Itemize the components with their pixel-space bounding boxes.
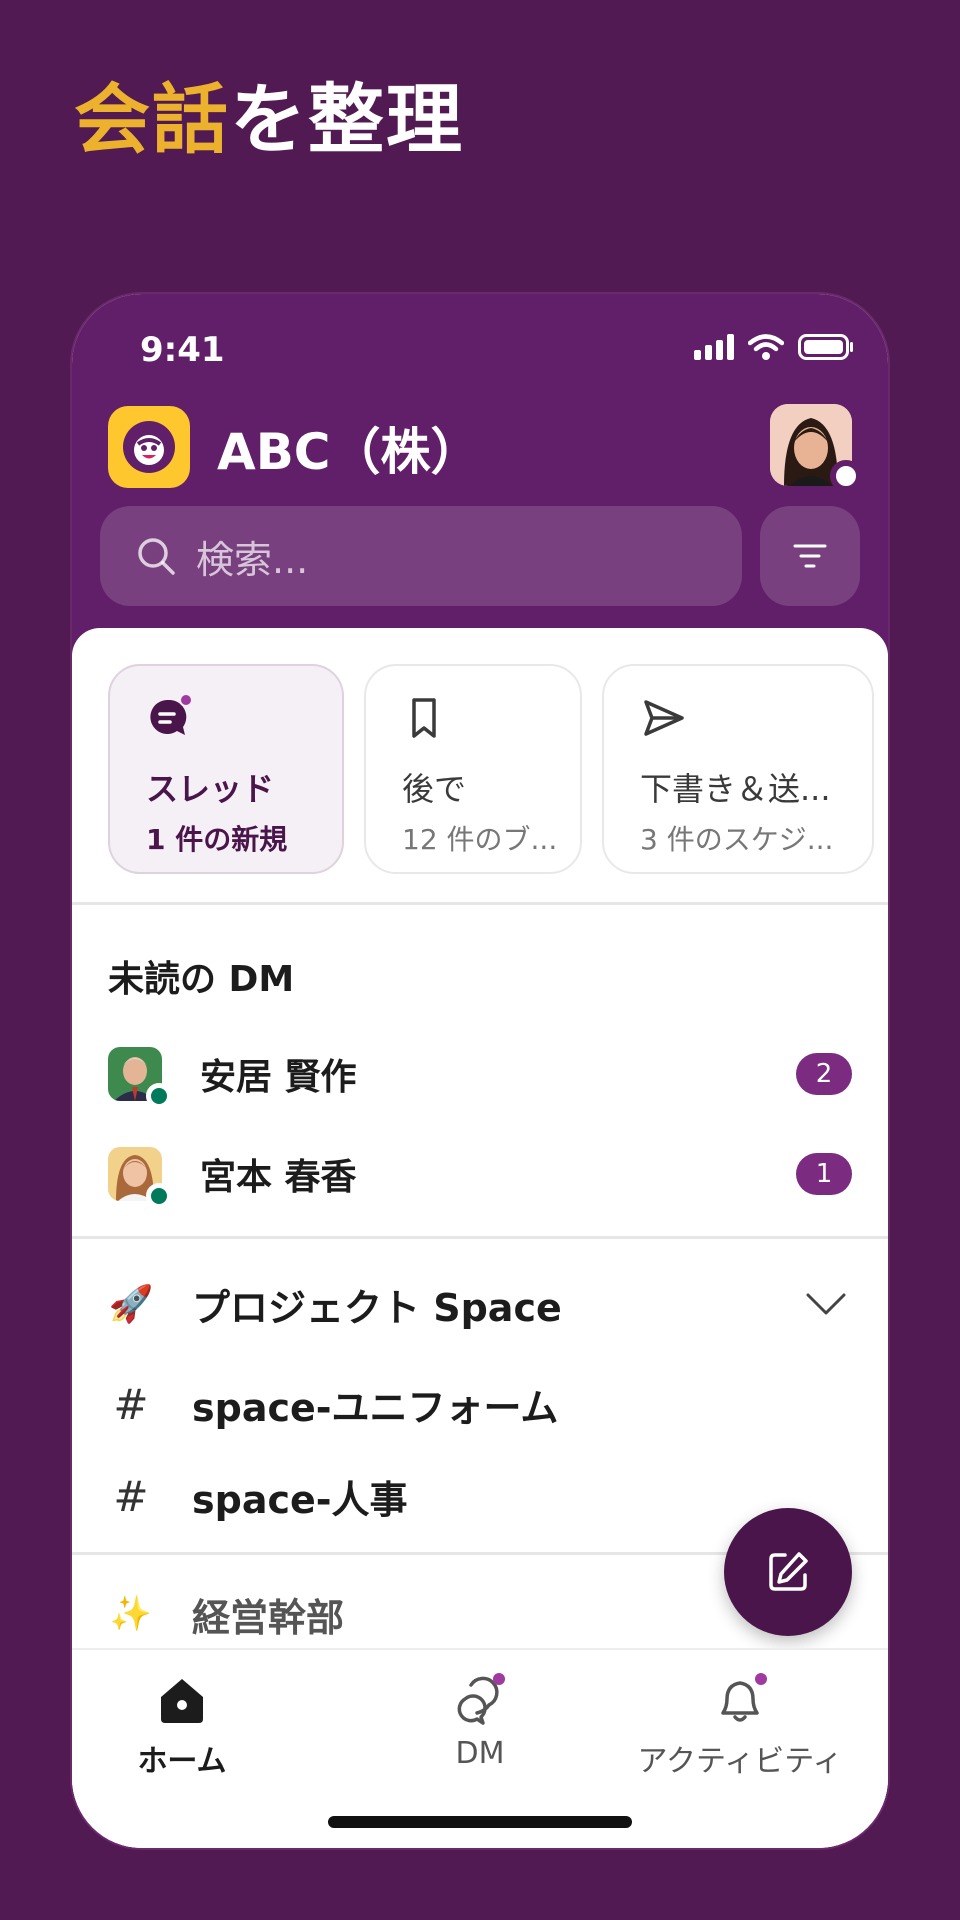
filter-button[interactable] [760, 506, 860, 606]
rocket-icon: 🚀 [108, 1284, 154, 1325]
card-threads-sub: 1 件の新規 [146, 823, 288, 856]
dm-row[interactable]: 安居 賢作 2 [108, 1044, 852, 1109]
tab-dm-label: DM [455, 1736, 505, 1771]
card-later-sub: 12 件のブ... [402, 823, 558, 856]
workspace-logo-icon [123, 421, 175, 473]
card-drafts-title: 下書き＆送... [640, 770, 831, 808]
unread-badge: 1 [796, 1153, 852, 1195]
card-drafts[interactable]: 下書き＆送... 3 件のスケジ... [602, 664, 874, 874]
section-header[interactable]: 🚀 プロジェクト Space [108, 1274, 852, 1334]
presence-indicator [830, 460, 862, 492]
bell-icon [721, 1673, 767, 1722]
card-later[interactable]: 後で 12 件のブ... [364, 664, 582, 874]
chevron-down-icon[interactable] [806, 1292, 846, 1316]
avatar [108, 1147, 172, 1209]
tab-dm[interactable]: DM [370, 1670, 590, 1771]
channel-row[interactable]: # space-人事 [108, 1466, 852, 1526]
card-threads-title: スレッド [146, 770, 275, 808]
unread-dm-title: 未読の DM [108, 959, 295, 1000]
headline-rest: を整理 [230, 75, 464, 164]
online-indicator [146, 1083, 172, 1109]
avatar [108, 1047, 172, 1109]
compose-button[interactable] [724, 1508, 852, 1636]
tab-activity-label: アクティビティ [637, 1744, 843, 1779]
channel-name: space-人事 [192, 1477, 408, 1522]
phone-frame: 9:41 ABC（株） 検索... スレッド 1 件の新規 後で 12 件のブ.… [72, 294, 888, 1848]
send-icon [644, 700, 684, 736]
channel-name: space-ユニフォーム [192, 1385, 559, 1430]
bookmark-icon [412, 698, 436, 738]
headline-highlight: 会話 [74, 75, 230, 164]
dm-row[interactable]: 宮本 春香 1 [108, 1144, 852, 1209]
hash-icon: # [113, 1379, 149, 1429]
dm-name: 宮本 春香 [200, 1157, 357, 1198]
section-title: プロジェクト Space [192, 1285, 562, 1330]
card-threads[interactable]: スレッド 1 件の新規 [108, 664, 344, 874]
signal-icon [694, 334, 734, 360]
tab-home[interactable]: ホーム [72, 1670, 292, 1780]
compose-icon [769, 1552, 808, 1591]
divider [72, 1236, 888, 1239]
home-indicator [328, 1816, 632, 1828]
card-drafts-sub: 3 件のスケジ... [640, 823, 834, 856]
dm-icon [457, 1673, 505, 1725]
sparkles-icon: ✨ [109, 1594, 153, 1634]
tab-activity[interactable]: アクティビティ [630, 1670, 850, 1780]
filter-icon [793, 544, 827, 568]
wifi-icon [748, 334, 784, 360]
workspace-name[interactable]: ABC（株） [217, 412, 481, 484]
app-header: 9:41 ABC（株） 検索... [72, 294, 888, 654]
channel-row[interactable]: # space-ユニフォーム [108, 1374, 852, 1434]
search-icon [138, 538, 175, 575]
card-later-title: 後で [402, 770, 467, 808]
home-icon [161, 1679, 203, 1723]
hash-icon: # [113, 1471, 149, 1521]
status-icons [694, 334, 854, 360]
dm-name: 安居 賢作 [200, 1057, 357, 1098]
workspace-logo[interactable] [108, 406, 190, 488]
search-placeholder: 検索... [196, 537, 309, 582]
battery-icon [798, 334, 853, 360]
status-time: 9:41 [140, 330, 225, 370]
unread-badge: 2 [796, 1053, 852, 1095]
divider [72, 902, 888, 905]
search-input[interactable]: 検索... [100, 506, 742, 606]
tab-home-label: ホーム [137, 1744, 227, 1779]
quick-cards: スレッド 1 件の新規 後で 12 件のブ... 下書き＆送... 3 件のスケ… [108, 664, 874, 874]
threads-icon [150, 693, 193, 735]
online-indicator [146, 1183, 172, 1209]
headline: 会話を整理 [74, 70, 464, 170]
